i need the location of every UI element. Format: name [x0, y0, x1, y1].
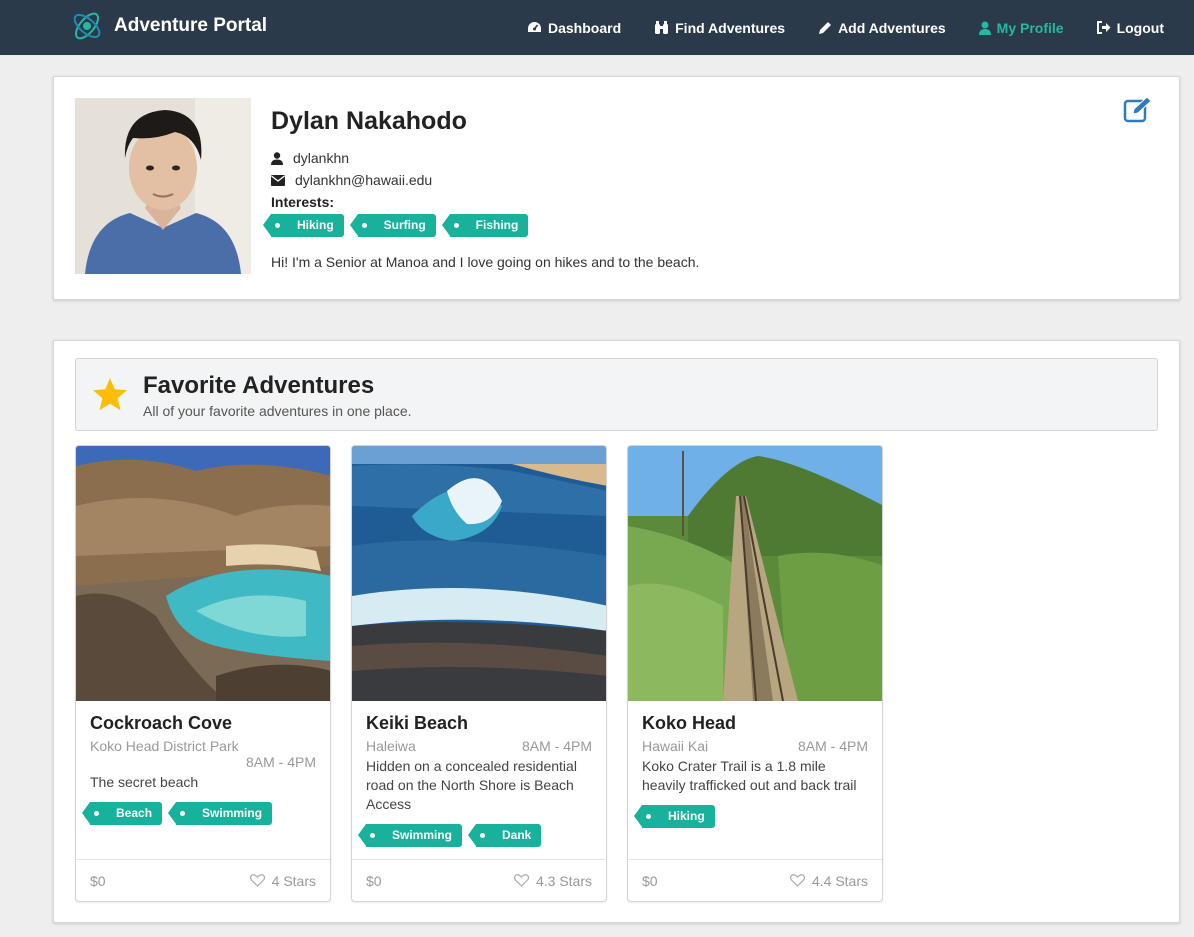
nav-find-adventures[interactable]: Find Adventures	[654, 20, 785, 36]
nav-menu: Dashboard Find Adventures Add Adventures…	[494, 0, 1164, 55]
nav-my-profile-label: My Profile	[996, 19, 1064, 36]
card-title: Cockroach Cove	[90, 713, 233, 733]
heart-icon	[249, 874, 265, 887]
interest-tag[interactable]: Hiking	[263, 214, 344, 237]
star-icon	[93, 378, 127, 411]
nav-dashboard-label: Dashboard	[548, 19, 622, 36]
card-hours: 8AM - 4PM	[521, 738, 592, 754]
top-navbar: Adventure Portal Dashboard Find Adventur…	[0, 0, 1194, 55]
profile-card: Dylan Nakahodo dylankhn dylankhn@hawaii.…	[53, 76, 1180, 300]
profile-email: dylankhn@hawaii.edu	[295, 172, 433, 188]
profile-username: dylankhn	[293, 150, 350, 166]
heart-icon	[513, 874, 529, 887]
avatar	[75, 98, 251, 274]
interests-label: Interests:	[271, 194, 335, 210]
favorites-title: Favorite Adventures	[143, 372, 375, 399]
card-description: Koko Crater Trail is a 1.8 mile heavily …	[642, 758, 857, 793]
card-rating[interactable]: 4.3 Stars	[513, 872, 592, 889]
card-rating[interactable]: 4.4 Stars	[789, 872, 868, 889]
card-hours: 8AM - 4PM	[245, 754, 316, 770]
profile-email-row: dylankhn@hawaii.edu	[271, 172, 699, 188]
card-meta: Koko Head District Park 8AM - 4PM	[90, 738, 316, 770]
profile-bio: Hi! I'm a Senior at Manoa and I love goi…	[271, 254, 700, 270]
card-tag[interactable]: Beach	[81, 802, 163, 825]
card-location: Koko Head District Park	[90, 738, 239, 754]
card-footer: $0 4.3 Stars	[352, 859, 606, 901]
nav-add-adventures[interactable]: Add Adventures	[818, 20, 946, 36]
profile-username-row: dylankhn	[271, 150, 699, 166]
favorites-subtitle: All of your favorite adventures in one p…	[143, 403, 412, 419]
card-body: Koko Head Hawaii Kai 8AM - 4PM Koko Crat…	[628, 701, 882, 828]
card-meta: Hawaii Kai 8AM - 4PM	[642, 738, 868, 754]
card-tag[interactable]: Swimming	[357, 824, 463, 847]
brand[interactable]: Adventure Portal	[70, 9, 267, 43]
card-location: Hawaii Kai	[642, 738, 709, 754]
dashboard-icon	[528, 22, 541, 32]
card-price: $0	[90, 872, 106, 889]
adventure-card[interactable]: Keiki Beach Haleiwa 8AM - 4PM Hidden on …	[351, 445, 607, 902]
card-location: Haleiwa	[366, 738, 416, 754]
interest-tag[interactable]: Surfing	[349, 214, 436, 237]
adventure-card[interactable]: Koko Head Hawaii Kai 8AM - 4PM Koko Crat…	[627, 445, 883, 902]
nav-add-adventures-label: Add Adventures	[838, 19, 946, 36]
card-tags: Beach Swimming	[81, 802, 316, 825]
card-hours: 8AM - 4PM	[797, 738, 868, 754]
edit-icon[interactable]	[1123, 97, 1153, 123]
profile-name: Dylan Nakahodo	[271, 107, 467, 135]
card-price: $0	[366, 872, 382, 889]
interest-tag[interactable]: Fishing	[441, 214, 529, 237]
card-footer: $0 4 Stars	[76, 859, 330, 901]
avatar-photo	[75, 98, 251, 274]
card-tags: Hiking	[634, 805, 868, 828]
card-rating-label: 4.4 Stars	[811, 872, 868, 889]
card-tag[interactable]: Hiking	[634, 805, 715, 828]
brand-title: Adventure Portal	[114, 15, 268, 36]
adventure-image	[628, 446, 882, 701]
adventure-card[interactable]: Cockroach Cove Koko Head District Park 8…	[75, 445, 331, 902]
card-title: Keiki Beach	[366, 713, 469, 733]
card-footer: $0 4.4 Stars	[628, 859, 882, 901]
envelope-icon	[271, 174, 285, 186]
logo-icon	[73, 12, 101, 40]
card-body: Cockroach Cove Koko Head District Park 8…	[76, 701, 330, 825]
binoculars-icon	[655, 20, 669, 34]
pencil-icon	[819, 21, 832, 34]
card-rating-label: 4 Stars	[271, 872, 316, 889]
nav-dashboard[interactable]: Dashboard	[527, 20, 621, 36]
card-body: Keiki Beach Haleiwa 8AM - 4PM Hidden on …	[352, 701, 606, 847]
heart-icon	[789, 874, 805, 887]
card-tag[interactable]: Dank	[467, 824, 542, 847]
user-icon	[978, 21, 991, 35]
user-icon	[271, 151, 283, 165]
sign-out-icon	[1096, 21, 1111, 34]
card-description: Hidden on a concealed residential road o…	[366, 758, 577, 812]
card-rating[interactable]: 4 Stars	[249, 872, 316, 889]
card-tag[interactable]: Swimming	[168, 802, 273, 825]
card-price: $0	[642, 872, 658, 889]
card-rating-label: 4.3 Stars	[535, 872, 592, 889]
nav-logout-label: Logout	[1116, 19, 1164, 36]
card-title: Koko Head	[642, 713, 737, 733]
card-description: The secret beach	[90, 774, 199, 790]
adventure-cards: Cockroach Cove Koko Head District Park 8…	[75, 445, 903, 902]
card-tags: Swimming Dank	[357, 824, 592, 847]
nav-find-adventures-label: Find Adventures	[675, 19, 786, 36]
profile-info: Dylan Nakahodo dylankhn dylankhn@hawaii.…	[263, 107, 700, 270]
nav-my-profile[interactable]: My Profile	[978, 19, 1064, 36]
interest-tags: Hiking Surfing Fishing	[263, 214, 699, 237]
adventure-image	[352, 446, 606, 701]
adventure-image	[76, 446, 330, 701]
nav-logout[interactable]: Logout	[1096, 19, 1164, 36]
card-meta: Haleiwa 8AM - 4PM	[366, 738, 592, 754]
favorites-section: Favorite Adventures All of your favorite…	[53, 340, 1180, 923]
favorites-header: Favorite Adventures All of your favorite…	[75, 358, 1158, 431]
